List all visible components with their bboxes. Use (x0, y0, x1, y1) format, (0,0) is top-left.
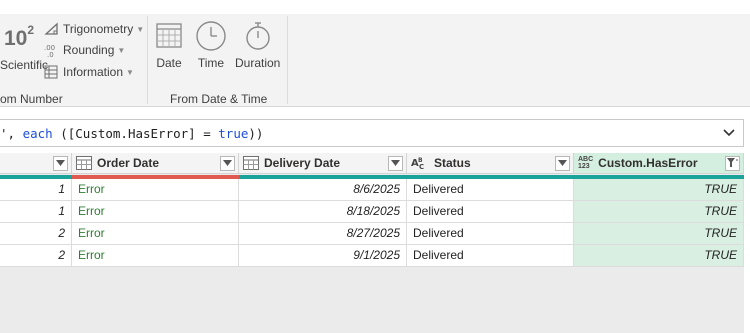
table-cell-error[interactable]: Error (72, 179, 239, 201)
dropdown-button[interactable] (220, 155, 235, 171)
time-button[interactable]: Time (195, 20, 227, 70)
chevron-down-icon (558, 160, 567, 166)
table-cell[interactable]: 1 (0, 179, 72, 201)
number-group-label: om Number (0, 92, 63, 106)
rounding-icon: .00 .0 (44, 44, 55, 57)
date-button[interactable]: Date (154, 20, 184, 70)
group-separator (287, 16, 288, 104)
formula-text[interactable]: ', each ([Custom.HasError] = true)) (0, 126, 263, 141)
chevron-down-icon (223, 160, 232, 166)
chevron-down-icon (56, 160, 65, 166)
chevron-down-icon: ▼ (126, 67, 134, 77)
table-cell[interactable]: TRUE (574, 223, 744, 245)
table-cell[interactable]: Delivered (407, 223, 574, 245)
table-cell[interactable]: TRUE (574, 245, 744, 267)
data-grid: Order Date Delivery Date ABC Status ABC 1… (0, 153, 744, 333)
column-header-custom-haserror[interactable]: ABC 123 Custom.HasError (574, 153, 744, 174)
table-cell[interactable]: 8/6/2025 (239, 179, 407, 201)
scientific-button[interactable]: Scientific (0, 58, 48, 72)
clock-icon (196, 21, 226, 51)
table-type-icon (76, 156, 92, 170)
trigonometry-icon (44, 22, 58, 35)
rounding-button[interactable]: .00 .0 Rounding ▼ (44, 41, 125, 59)
datetime-group-label: From Date & Time (170, 92, 268, 106)
chevron-down-icon: ▼ (136, 24, 145, 34)
table-cell-error[interactable]: Error (72, 223, 239, 245)
svg-text:C: C (419, 163, 424, 170)
table-cell-error[interactable]: Error (72, 245, 239, 267)
date-label: Date (156, 56, 182, 70)
window-top-strip (0, 0, 750, 14)
svg-text:.0: .0 (47, 51, 54, 57)
table-cell[interactable]: 1 (0, 201, 72, 223)
table-cell[interactable]: Delivered (407, 179, 574, 201)
stopwatch-icon (245, 22, 270, 50)
chevron-down-icon[interactable] (721, 124, 737, 140)
information-button[interactable]: Information ▼ (44, 63, 134, 81)
information-icon (44, 65, 58, 79)
table-cell-error[interactable]: Error (72, 201, 239, 223)
rounding-label: Rounding (63, 43, 115, 57)
dropdown-button[interactable] (53, 155, 68, 171)
table-cell[interactable]: 2 (0, 223, 72, 245)
filter-icon (727, 158, 738, 167)
chevron-down-icon (391, 160, 400, 166)
trigonometry-button[interactable]: Trigonometry ▼ (44, 20, 144, 38)
column-header-status[interactable]: ABC Status (407, 153, 574, 174)
time-label: Time (197, 56, 225, 70)
column-header-number[interactable] (0, 153, 72, 174)
dropdown-button[interactable] (555, 155, 570, 171)
filter-button[interactable] (725, 155, 740, 171)
dropdown-button[interactable] (388, 155, 403, 171)
table-cell[interactable]: TRUE (574, 201, 744, 223)
table-cell[interactable]: TRUE (574, 179, 744, 201)
table-cell[interactable]: 8/18/2025 (239, 201, 407, 223)
trigonometry-label: Trigonometry (63, 22, 134, 36)
information-label: Information (63, 65, 124, 79)
calendar-icon (156, 23, 182, 48)
duration-label: Duration (235, 56, 281, 70)
table-type-icon (243, 156, 259, 170)
table-cell[interactable]: Delivered (407, 201, 574, 223)
column-header-order-date[interactable]: Order Date (72, 153, 239, 174)
column-header-delivery-date[interactable]: Delivery Date (239, 153, 407, 174)
table-cell[interactable]: 9/1/2025 (239, 245, 407, 267)
scientific-icon[interactable]: 102 (4, 23, 34, 51)
table-cell[interactable]: Delivered (407, 245, 574, 267)
duration-button[interactable]: Duration (235, 20, 280, 70)
any-type-icon: ABC 123 (578, 156, 594, 170)
formula-bar[interactable]: ', each ([Custom.HasError] = true)) (0, 119, 744, 147)
group-separator (147, 16, 148, 104)
ribbon: 102 Scientific Trigonometry ▼ .00 .0 Rou… (0, 14, 750, 107)
chevron-down-icon: ▼ (117, 45, 126, 55)
table-cell[interactable]: 8/27/2025 (239, 223, 407, 245)
table-cell[interactable]: 2 (0, 245, 72, 267)
text-type-icon: ABC (411, 156, 429, 170)
